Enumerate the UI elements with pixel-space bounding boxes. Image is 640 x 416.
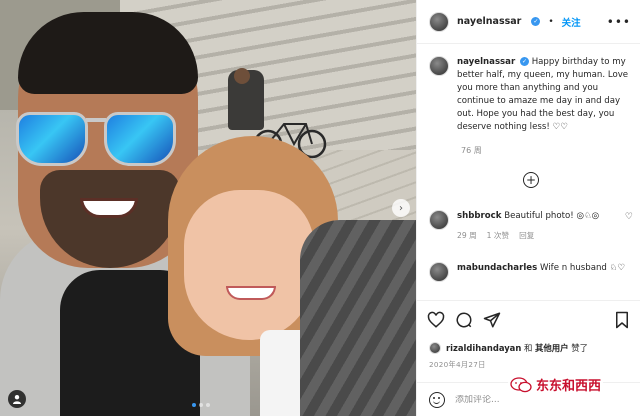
emoji-smiley-icon[interactable] bbox=[429, 391, 445, 408]
comment-text: Wife n husband ♘♡ bbox=[539, 263, 626, 273]
photo-sunglasses-left-lens bbox=[16, 112, 88, 166]
comment-reply-button[interactable]: 回复 bbox=[519, 230, 534, 241]
photo-man-hair bbox=[18, 12, 198, 94]
likes-summary: rizaldihandayan 和 其他用户 赞了 bbox=[429, 342, 588, 354]
follow-button[interactable]: 关注 bbox=[562, 15, 581, 29]
caption-verified-badge-icon: ✓ bbox=[519, 57, 529, 66]
photo-background-person-head bbox=[234, 68, 250, 84]
caption-username[interactable]: nayelnassar bbox=[457, 57, 515, 67]
save-bookmark-icon[interactable] bbox=[613, 311, 631, 329]
comment-item: mabundacharles Wife n husband ♘♡ bbox=[429, 262, 633, 282]
photo-sunglasses-bridge bbox=[86, 118, 106, 122]
photo-woman-scarf bbox=[300, 220, 416, 416]
photo-woman-face bbox=[184, 190, 314, 340]
like-heart-icon[interactable] bbox=[427, 311, 445, 329]
comment-time: 29 周 bbox=[457, 231, 477, 240]
comment-bubble-icon[interactable] bbox=[455, 311, 473, 329]
comment-meta: 29 周 1 次赞 回复 bbox=[457, 230, 633, 241]
likes-connector: 和 bbox=[523, 343, 533, 353]
comment-likes[interactable]: 1 次赞 bbox=[487, 230, 509, 241]
caption-body: nayelnassar ✓ Happy birthday to my bette… bbox=[457, 56, 633, 134]
comment-item: shbbrock Beautiful photo! ◎♘◎ 29 周 1 次赞 … bbox=[429, 210, 633, 241]
caption-text: Happy birthday to my better half, my que… bbox=[457, 57, 629, 132]
instagram-post-modal: › nayelnassar ✓ • 关注 ••• nayelnassar ✓ H… bbox=[0, 0, 640, 416]
caption-timestamp: 76 周 bbox=[461, 146, 482, 155]
carousel-dot bbox=[206, 403, 210, 407]
user-tag-icon[interactable] bbox=[8, 390, 26, 408]
comment-avatar[interactable] bbox=[429, 210, 449, 230]
watermark: 东东和西西 bbox=[508, 374, 604, 395]
comment-avatar[interactable] bbox=[429, 262, 449, 282]
photo-woman-smile bbox=[226, 286, 276, 300]
photo-sunglasses-right-lens bbox=[104, 112, 176, 166]
liker-username[interactable]: rizaldihandayan bbox=[446, 343, 521, 353]
comment-text: Beautiful photo! ◎♘◎ bbox=[504, 211, 600, 221]
watermark-text: 东东和西西 bbox=[536, 379, 602, 394]
verified-badge-icon: ✓ bbox=[531, 17, 541, 26]
header-separator: • bbox=[548, 16, 554, 27]
post-side-panel: nayelnassar ✓ • 关注 ••• nayelnassar ✓ Hap… bbox=[416, 0, 640, 416]
comment-body: shbbrock Beautiful photo! ◎♘◎ bbox=[457, 210, 633, 222]
author-username[interactable]: nayelnassar bbox=[457, 16, 521, 27]
next-photo-chevron-right-icon[interactable]: › bbox=[392, 199, 410, 217]
likes-suffix: 赞了 bbox=[571, 343, 588, 353]
carousel-dot bbox=[199, 403, 203, 407]
caption-author-avatar[interactable] bbox=[429, 56, 449, 76]
carousel-dot-active bbox=[192, 403, 196, 407]
post-caption: nayelnassar ✓ Happy birthday to my bette… bbox=[429, 56, 633, 134]
likes-others-link[interactable]: 其他用户 bbox=[535, 343, 569, 353]
load-more-comments-plus-icon[interactable]: + bbox=[523, 172, 539, 188]
wechat-logo-icon bbox=[510, 376, 532, 392]
post-date: 2020年4月27日 bbox=[429, 360, 486, 369]
post-actions-bar bbox=[417, 300, 640, 340]
more-horizontal-icon[interactable]: ••• bbox=[607, 15, 631, 29]
comment-like-heart-icon[interactable]: ♡ bbox=[625, 212, 633, 222]
comment-body: mabundacharles Wife n husband ♘♡ bbox=[457, 262, 633, 274]
post-photo[interactable]: › bbox=[0, 0, 416, 416]
liker-avatar[interactable] bbox=[429, 342, 441, 354]
comment-username[interactable]: mabundacharles bbox=[457, 263, 537, 273]
author-avatar[interactable] bbox=[429, 11, 449, 32]
share-paper-plane-icon[interactable] bbox=[483, 311, 501, 329]
carousel-dots bbox=[192, 403, 210, 407]
comment-username[interactable]: shbbrock bbox=[457, 211, 502, 221]
comment-input[interactable] bbox=[455, 394, 565, 405]
post-header: nayelnassar ✓ • 关注 ••• bbox=[417, 0, 640, 44]
